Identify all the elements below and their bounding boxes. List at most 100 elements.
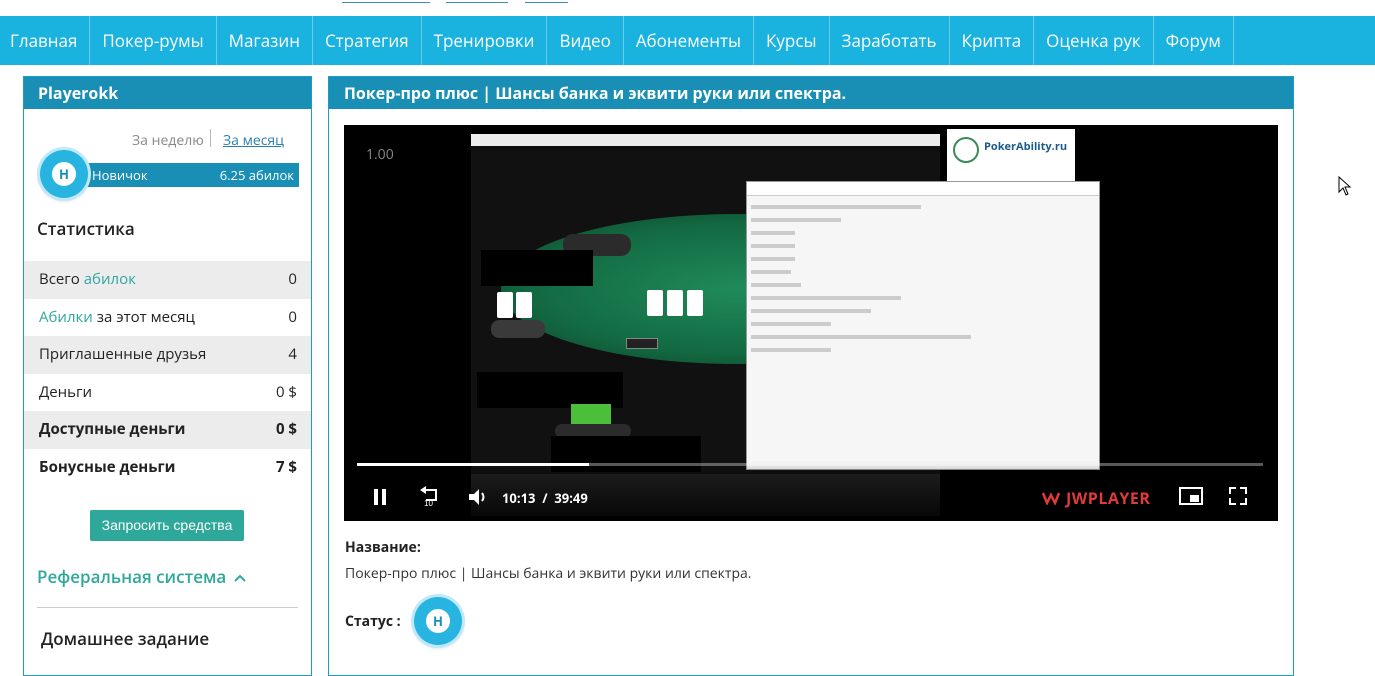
- period-week-tab[interactable]: За неделю: [132, 131, 204, 150]
- chevron-up-icon: [234, 574, 246, 582]
- nav-item-earn[interactable]: Заработать: [830, 16, 950, 65]
- player-seat: [491, 320, 545, 338]
- rewind-10-icon[interactable]: 10: [418, 485, 442, 507]
- stat-label: Доступные деньги: [39, 419, 186, 439]
- pause-icon[interactable]: [372, 488, 388, 506]
- text-line: [751, 244, 795, 248]
- stat-row-friends: Приглашенные друзья 4: [24, 336, 311, 374]
- status-label: Статус :: [345, 612, 401, 631]
- mouse-cursor-icon: [1338, 176, 1352, 196]
- top-strip: [0, 0, 1375, 16]
- stat-label: Деньги: [39, 381, 93, 402]
- stat-value: 0 $: [275, 381, 297, 402]
- rank-bar: Новичок 6.25 абилок: [86, 163, 299, 187]
- nav-item-shop[interactable]: Магазин: [217, 16, 313, 65]
- text-line: [751, 309, 871, 313]
- homework-title[interactable]: Домашнее задание: [41, 627, 209, 650]
- period-divider: [210, 129, 211, 147]
- stat-label-link[interactable]: Абилки: [39, 307, 93, 327]
- name-label: Название:: [345, 538, 421, 557]
- stat-label-text: за этот месяц: [92, 306, 195, 327]
- nav-item-home[interactable]: Главная: [0, 16, 91, 65]
- fullscreen-icon[interactable]: [1229, 487, 1247, 505]
- stat-label: Абилки за этот месяц: [39, 299, 195, 337]
- duration: 39:49: [554, 489, 588, 507]
- referral-toggle[interactable]: Реферальная система: [37, 565, 247, 588]
- volume-icon[interactable]: [468, 487, 490, 507]
- text-line: [751, 231, 795, 235]
- jwplayer-logo[interactable]: JWPLAYER: [1041, 487, 1151, 509]
- status-badge-letter: Н: [424, 607, 452, 635]
- stats-table: Всего абилок 0 Абилки за этот месяц 0 Пр…: [24, 261, 311, 486]
- nav-item-training[interactable]: Тренировки: [422, 16, 548, 65]
- card: [687, 290, 703, 316]
- text-line: [751, 218, 841, 222]
- nav-item-courses[interactable]: Курсы: [754, 16, 830, 65]
- text-line: [751, 296, 901, 300]
- hud-stats: [481, 250, 593, 286]
- nav-item-forum[interactable]: Форум: [1154, 16, 1234, 65]
- stat-row-total: Всего абилок 0: [24, 261, 311, 299]
- nav-item-strategy[interactable]: Стратегия: [313, 16, 422, 65]
- referral-label: Реферальная система: [37, 565, 227, 588]
- current-time: 10:13: [502, 489, 536, 507]
- stat-label: Бонусные деньги: [39, 456, 176, 477]
- video-player[interactable]: 1.00 PokerAbility.ru 10 10:13 / 39:49 JW…: [344, 125, 1278, 521]
- stat-row-month: Абилки за этот месяц 0: [24, 299, 311, 337]
- text-line: [751, 270, 791, 274]
- rank-badge-letter: Н: [50, 160, 78, 188]
- text-line: [751, 205, 921, 209]
- nav-item-video[interactable]: Видео: [547, 16, 624, 65]
- top-link-fragment[interactable]: [342, 0, 430, 3]
- period-month-tab[interactable]: За месяц: [223, 131, 284, 150]
- status-badge-icon: Н: [414, 597, 462, 645]
- user-sidebar: Playerokk За неделю За месяц Новичок 6.2…: [23, 76, 312, 676]
- jw-logo-icon: [1041, 492, 1061, 507]
- text-line: [751, 322, 831, 326]
- name-value: Покер-про плюс | Шансы банка и эквити ру…: [345, 564, 752, 583]
- hud-stats: [477, 372, 623, 408]
- logo-icon: [953, 137, 979, 163]
- video-title: Покер-про плюс | Шансы банка и эквити ру…: [329, 77, 1293, 109]
- time-display: 10:13 / 39:49: [502, 489, 588, 507]
- text-line: [751, 348, 831, 352]
- rank-badge-icon: Н: [40, 150, 88, 198]
- chip-stack: [571, 404, 611, 424]
- text-line: [751, 257, 795, 261]
- jw-brand-text: JWPLAYER: [1066, 487, 1151, 509]
- video-panel: Покер-про плюс | Шансы банка и эквити ру…: [328, 76, 1294, 676]
- site-logo: PokerAbility.ru: [947, 129, 1075, 183]
- stat-label: Приглашенные друзья: [39, 344, 207, 364]
- request-funds-button[interactable]: Запросить средства: [90, 510, 244, 541]
- stat-row-bonus: Бонусные деньги 7 $: [24, 449, 311, 487]
- card: [497, 292, 513, 318]
- card: [647, 290, 663, 316]
- stat-value: 4: [288, 344, 297, 364]
- stat-value: 7 $: [275, 456, 297, 477]
- notepad-titlebar: [747, 182, 1099, 196]
- sidebar-username: Playerokk: [24, 77, 311, 109]
- progress-bar[interactable]: [357, 463, 1263, 466]
- pot-label: [626, 338, 658, 349]
- divider: [37, 607, 298, 608]
- text-line: [751, 335, 971, 339]
- stats-title: Статистика: [37, 217, 135, 240]
- nav-item-hand-review[interactable]: Оценка рук: [1034, 16, 1154, 65]
- svg-text:10: 10: [424, 499, 433, 507]
- time-separator: /: [538, 489, 551, 507]
- nav-item-crypto[interactable]: Крипта: [950, 16, 1035, 65]
- stat-value: 0: [288, 306, 297, 327]
- rank-name: Новичок: [92, 166, 148, 184]
- poker-window-titlebar: [471, 134, 940, 146]
- card: [516, 292, 532, 318]
- top-link-fragment[interactable]: [446, 0, 508, 3]
- main-nav: Главная Покер-румы Магазин Стратегия Тре…: [0, 16, 1375, 65]
- stat-label-link[interactable]: абилок: [84, 269, 136, 289]
- stat-label: Всего абилок: [39, 261, 136, 299]
- nav-item-subscriptions[interactable]: Абонементы: [624, 16, 755, 65]
- picture-in-picture-icon[interactable]: [1179, 487, 1203, 505]
- nav-item-poker-rooms[interactable]: Покер-румы: [90, 16, 217, 65]
- top-link-fragment[interactable]: [525, 0, 568, 3]
- card: [667, 290, 683, 316]
- playback-speed: 1.00: [366, 145, 394, 164]
